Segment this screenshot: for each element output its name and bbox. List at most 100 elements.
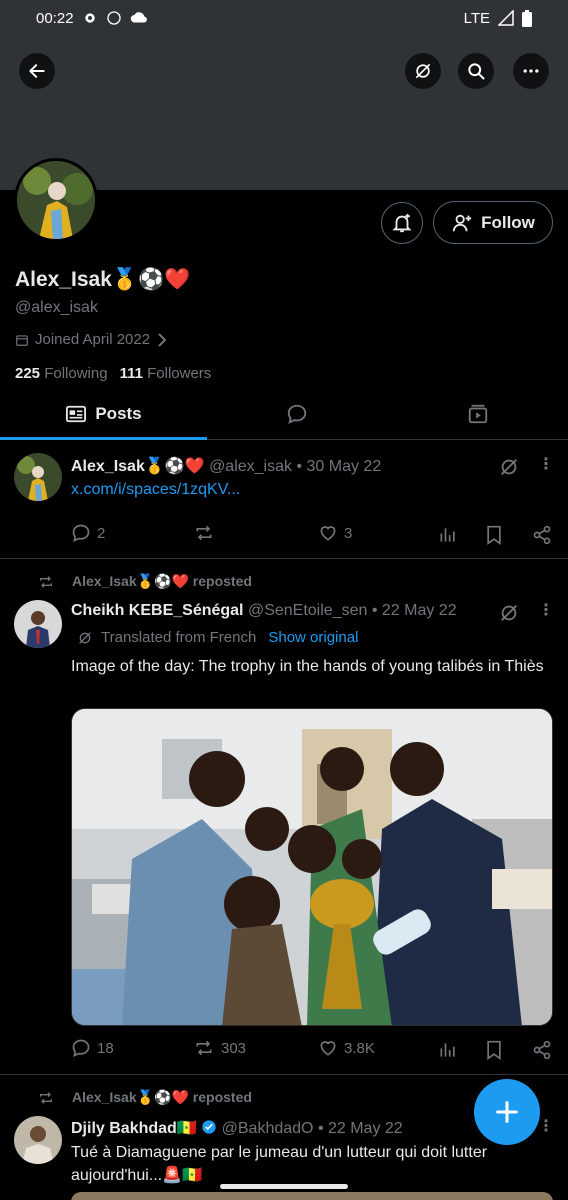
add-user-icon	[452, 214, 472, 231]
reply-button[interactable]: 2	[71, 523, 105, 543]
network-label: LTE	[463, 9, 490, 27]
bookmark-icon[interactable]	[485, 1040, 503, 1060]
spaces-link[interactable]: x.com/i/spaces/1zqKV...	[71, 481, 240, 499]
cloud-icon	[130, 12, 147, 23]
search-button[interactable]	[458, 53, 494, 89]
reply-icon	[72, 524, 90, 542]
post-avatar[interactable]	[14, 1116, 62, 1164]
follow-counts: 225 Following 111 Followers	[15, 365, 211, 382]
post-image[interactable]	[71, 708, 553, 1026]
post-author[interactable]: Djily Bakhdad🇸🇳	[71, 1120, 197, 1137]
settings-gear-icon	[84, 13, 95, 23]
profile-avatar[interactable]	[14, 158, 98, 242]
following-link[interactable]: 225 Following	[15, 365, 108, 382]
tab-posts-label: Posts	[95, 404, 142, 423]
arrow-left-icon	[29, 64, 45, 78]
status-bar: 00:22 LTE	[0, 0, 568, 36]
more-options-button[interactable]	[513, 53, 549, 89]
post-header: Cheikh KEBE_Sénégal @SenEtoile_sen • 22 …	[71, 602, 457, 620]
post-handle-date: @alex_isak • 30 May 22	[209, 458, 382, 475]
reply-button[interactable]: 18	[71, 1038, 114, 1058]
plus-icon	[496, 1101, 518, 1123]
like-count: 3	[344, 524, 353, 542]
notifications-bell-button[interactable]	[381, 202, 423, 244]
post-actions: 2 3	[71, 523, 556, 547]
post-more-icon[interactable]: ⋮	[538, 600, 554, 620]
joined-label: Joined April 2022	[35, 331, 151, 348]
search-icon	[468, 63, 485, 80]
bell-plus-icon	[392, 213, 412, 233]
reply-count: 18	[97, 1039, 114, 1057]
reposted-indicator: Alex_Isak🥇⚽❤️ reposted	[36, 1089, 252, 1106]
video-media-icon	[468, 404, 487, 424]
post-item[interactable]: Alex_Isak🥇⚽❤️ @alex_isak • 30 May 22 ⋮ x…	[0, 441, 568, 559]
grok-icon[interactable]	[498, 602, 520, 624]
heart-icon	[320, 526, 336, 541]
tab-posts[interactable]: Posts	[0, 390, 207, 438]
post-handle-date: @BakhdadO • 22 May 22	[221, 1120, 403, 1137]
post-author[interactable]: Alex_Isak🥇⚽❤️	[71, 458, 205, 475]
repost-button[interactable]: 303	[193, 1038, 246, 1058]
post-actions: 18 303 3.8K	[71, 1038, 556, 1062]
follow-label: Follow	[481, 212, 535, 232]
post-item[interactable]: Alex_Isak🥇⚽❤️ reposted Cheikh KEBE_Sénég…	[0, 560, 568, 1075]
more-horizontal-icon	[523, 69, 539, 73]
speech-bubble-icon	[287, 404, 307, 424]
post-handle-date: @SenEtoile_sen • 22 May 22	[247, 602, 457, 619]
joined-date[interactable]: Joined April 2022	[15, 331, 168, 348]
posts-icon	[66, 405, 87, 423]
share-icon[interactable]	[532, 1040, 552, 1060]
chevron-right-icon	[158, 332, 167, 347]
repost-button[interactable]	[193, 523, 215, 543]
views-chart-icon[interactable]	[438, 1040, 458, 1060]
grok-icon	[79, 631, 91, 644]
post-author[interactable]: Cheikh KEBE_Sénégal	[71, 602, 244, 619]
reply-count: 2	[97, 524, 106, 542]
grok-icon[interactable]	[498, 456, 520, 478]
calendar-icon	[16, 334, 28, 346]
active-tab-indicator	[0, 437, 207, 440]
reposted-label[interactable]: Alex_Isak🥇⚽❤️ reposted	[72, 1089, 252, 1106]
like-count: 3.8K	[344, 1039, 375, 1057]
home-indicator[interactable]	[220, 1184, 348, 1189]
grok-button[interactable]	[405, 53, 441, 89]
bookmark-icon[interactable]	[485, 525, 503, 545]
profile-handle: @alex_isak	[15, 299, 98, 316]
grok-icon	[415, 63, 431, 79]
like-button[interactable]: 3.8K	[318, 1038, 375, 1058]
repost-icon	[40, 575, 52, 588]
repost-icon	[40, 1091, 52, 1104]
followers-link[interactable]: 111 Followers	[120, 365, 212, 382]
reposted-label[interactable]: Alex_Isak🥇⚽❤️ reposted	[72, 573, 252, 590]
status-time: 00:22	[36, 9, 74, 27]
views-chart-icon[interactable]	[438, 525, 458, 545]
post-avatar[interactable]	[14, 453, 62, 501]
follow-button[interactable]: Follow	[433, 201, 553, 244]
repost-icon	[196, 525, 212, 541]
repost-icon	[196, 1040, 212, 1056]
show-original-link[interactable]: Show original	[268, 629, 358, 646]
heart-icon	[320, 1041, 336, 1056]
translated-label: Translated from French	[101, 629, 257, 646]
post-more-icon[interactable]: ⋮	[538, 1116, 554, 1136]
profile-name: Alex_Isak🥇⚽❤️	[15, 268, 191, 291]
post-text: Tué à Diamaguene par le jumeau d'un lutt…	[71, 1144, 488, 1184]
post-header: Alex_Isak🥇⚽❤️ @alex_isak • 30 May 22	[71, 456, 381, 476]
reposted-indicator: Alex_Isak🥇⚽❤️ reposted	[36, 573, 252, 590]
tab-media[interactable]	[387, 390, 568, 438]
post-header: Djily Bakhdad🇸🇳 @BakhdadO • 22 May 22	[71, 1118, 403, 1138]
compose-post-button[interactable]	[474, 1079, 540, 1145]
battery-icon	[522, 9, 532, 27]
verified-badge-icon	[202, 1120, 216, 1134]
translation-row: Translated from French Show original	[77, 629, 358, 646]
signal-icon	[498, 10, 514, 26]
post-image-top[interactable]	[71, 1192, 553, 1200]
post-more-icon[interactable]: ⋮	[538, 454, 554, 474]
share-icon[interactable]	[532, 525, 552, 545]
tab-replies[interactable]	[207, 390, 387, 438]
reply-icon	[72, 1039, 90, 1057]
post-avatar[interactable]	[14, 600, 62, 648]
post-text: Image of the day: The trophy in the hand…	[71, 658, 544, 675]
like-button[interactable]: 3	[318, 523, 352, 543]
back-button[interactable]	[19, 53, 55, 89]
